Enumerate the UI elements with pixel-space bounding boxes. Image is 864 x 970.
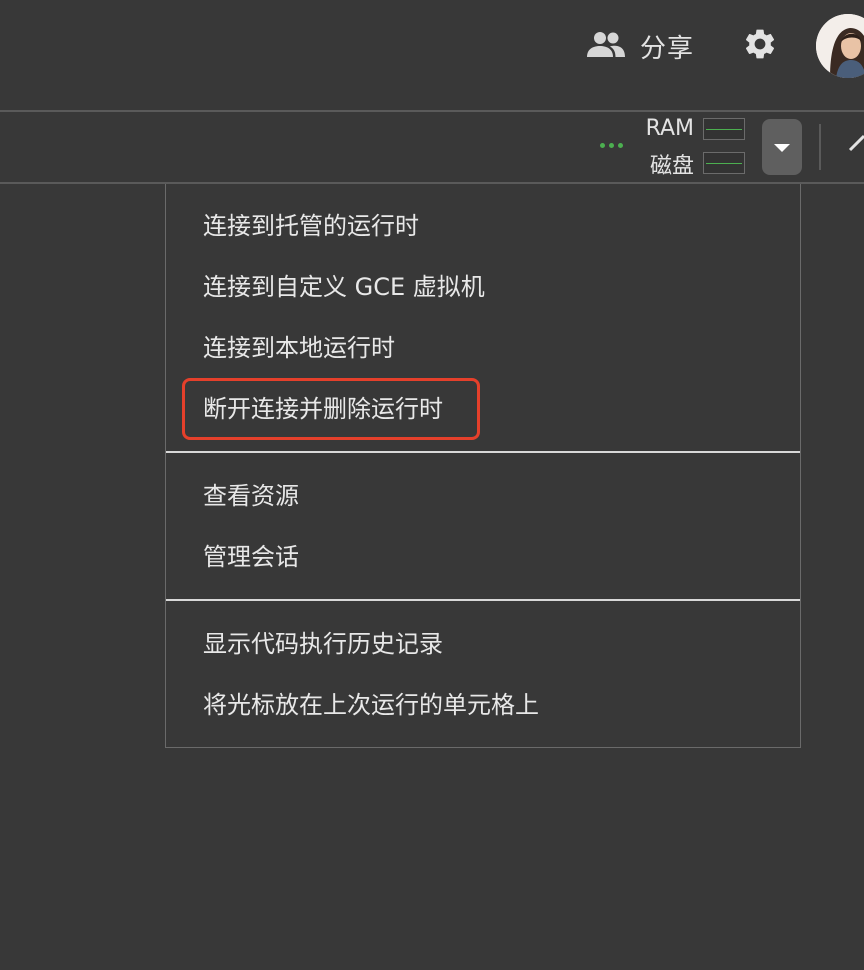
user-avatar[interactable] <box>816 14 864 78</box>
people-icon <box>586 30 626 62</box>
menu-item-connect-local[interactable]: 连接到本地运行时 <box>203 333 395 363</box>
runtime-menu: 连接到托管的运行时 连接到自定义 GCE 虚拟机 连接到本地运行时 断开连接并删… <box>165 184 801 748</box>
share-button[interactable]: 分享 <box>586 24 694 68</box>
expand-icon[interactable] <box>846 128 864 152</box>
menu-item-connect-gce[interactable]: 连接到自定义 GCE 虚拟机 <box>203 272 485 302</box>
menu-item-view-resources[interactable]: 查看资源 <box>203 481 299 511</box>
menu-item-connect-hosted[interactable]: 连接到托管的运行时 <box>203 211 419 241</box>
menu-item-manage-sessions[interactable]: 管理会话 <box>203 542 299 572</box>
menu-divider <box>166 451 800 453</box>
disk-usage-bar[interactable] <box>703 152 745 174</box>
menu-item-cursor-last-run[interactable]: 将光标放在上次运行的单元格上 <box>203 690 539 720</box>
colab-page: 分享 RAM 磁盘 连接到托管的运行时 连接到自定义 GCE 虚拟机 连接到本地… <box>0 0 864 970</box>
gear-icon <box>742 26 778 66</box>
runtime-dropdown-button[interactable] <box>762 119 802 175</box>
caret-down-icon <box>773 138 791 157</box>
ram-label: RAM <box>645 116 694 141</box>
menu-item-disconnect-delete[interactable]: 断开连接并删除运行时 <box>203 394 443 424</box>
menu-divider <box>166 599 800 601</box>
ram-usage-bar[interactable] <box>703 118 745 140</box>
disk-label: 磁盘 <box>649 154 694 179</box>
menu-item-execution-history[interactable]: 显示代码执行历史记录 <box>203 629 443 659</box>
settings-button[interactable] <box>738 24 782 68</box>
top-bar: 分享 <box>0 0 864 110</box>
toolbar-separator <box>819 124 821 170</box>
share-label: 分享 <box>640 33 695 64</box>
